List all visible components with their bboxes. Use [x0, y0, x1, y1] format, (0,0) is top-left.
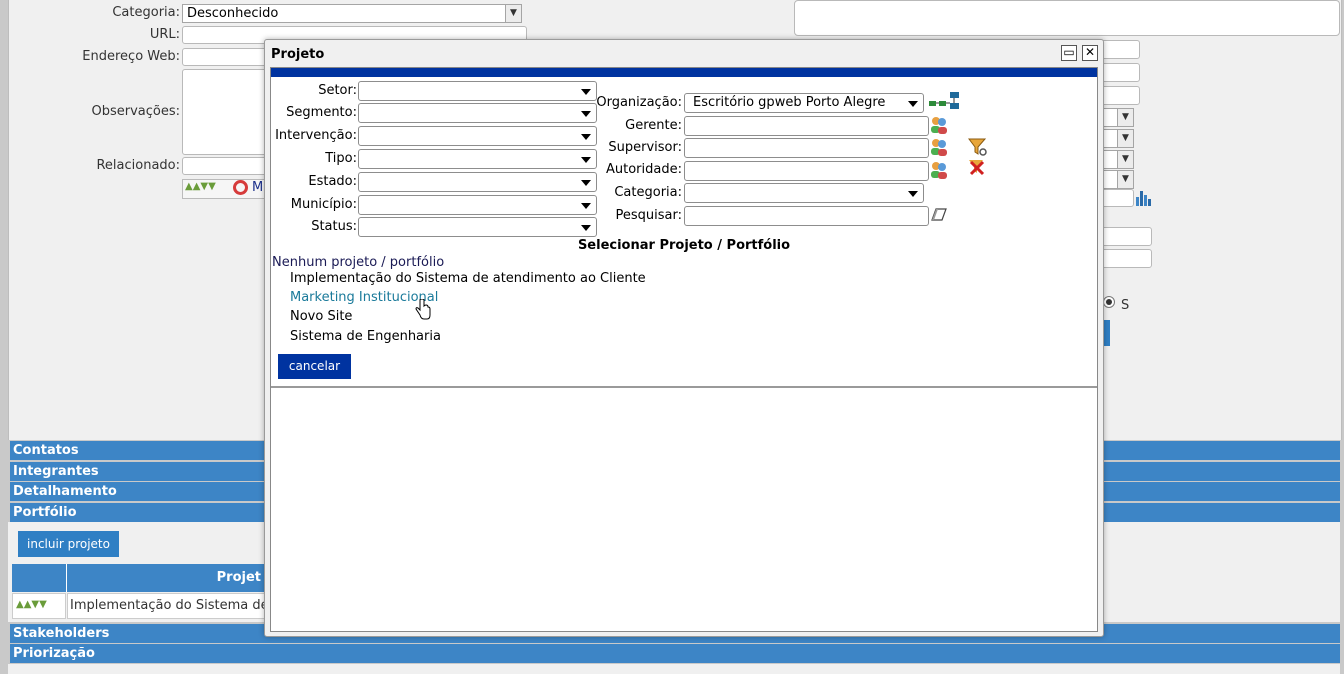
- chevron-down-icon: [581, 134, 591, 140]
- label-gerente: Gerente:: [625, 118, 682, 133]
- gerente-input[interactable]: [684, 116, 929, 136]
- chevron-down-icon: ▼: [505, 5, 521, 22]
- users-icon[interactable]: [929, 137, 949, 157]
- project-item[interactable]: Sistema de Engenharia: [290, 329, 441, 344]
- segmento-select[interactable]: [358, 103, 597, 123]
- relacionado-toolbar: ▲▲▼▼ M: [182, 179, 268, 199]
- tipo-select[interactable]: [358, 149, 597, 169]
- table-row-projeto[interactable]: Implementação do Sistema de: [67, 593, 267, 619]
- status-select[interactable]: [358, 217, 597, 237]
- right-select-4[interactable]: ▼: [1100, 170, 1134, 189]
- projeto-dialog: Projeto ▭ ✕ Setor: Segmento: Intervenção…: [264, 39, 1104, 637]
- target-icon[interactable]: [233, 180, 248, 195]
- organization-chart-icon[interactable]: [928, 91, 966, 111]
- label-estado: Estado:: [308, 174, 357, 189]
- dialog-title: Projeto: [271, 47, 325, 62]
- incluir-projeto-button[interactable]: incluir projeto: [18, 531, 119, 557]
- label-autoridade: Autoridade:: [606, 162, 682, 177]
- label-segmento: Segmento:: [286, 105, 357, 120]
- chevron-down-icon: [581, 157, 591, 163]
- label-intervencao: Intervenção:: [275, 128, 357, 143]
- table-header-projeto[interactable]: Projet: [67, 564, 267, 592]
- label-pesquisar: Pesquisar:: [615, 208, 683, 223]
- municipio-select[interactable]: [358, 195, 597, 215]
- users-icon[interactable]: [929, 115, 949, 135]
- bar-chart-icon[interactable]: [1135, 189, 1155, 207]
- remove-filter-icon[interactable]: [967, 158, 989, 178]
- close-icon[interactable]: ✕: [1082, 45, 1098, 61]
- pesquisar-input[interactable]: [684, 206, 929, 226]
- dialog-header-bar: [271, 68, 1097, 77]
- users-icon[interactable]: [929, 160, 949, 180]
- observacoes-textarea[interactable]: [182, 69, 272, 155]
- label-categoria: Categoria:: [614, 185, 682, 200]
- organizacao-select[interactable]: Escritório gpweb Porto Alegre: [684, 93, 924, 113]
- project-item[interactable]: Novo Site: [290, 309, 352, 324]
- project-item[interactable]: Implementação do Sistema de atendimento …: [290, 271, 646, 286]
- label-organizacao: Organização:: [596, 95, 682, 110]
- relacionado-input[interactable]: [182, 157, 272, 175]
- chevron-down-icon: [581, 203, 591, 209]
- supervisor-input[interactable]: [684, 138, 929, 158]
- chevron-down-icon: ▼: [1117, 130, 1133, 147]
- label-endereco-web: Endereço Web:: [82, 49, 180, 64]
- categoria-select[interactable]: Desconhecido ▼: [182, 4, 522, 23]
- right-textarea[interactable]: [794, 0, 1340, 36]
- radio-button[interactable]: [1103, 296, 1115, 308]
- label-status: Status:: [311, 219, 357, 234]
- section-priorizacao[interactable]: Priorização: [10, 644, 1340, 663]
- chevron-down-icon: [581, 89, 591, 95]
- chevron-down-icon: [581, 111, 591, 117]
- estado-select[interactable]: [358, 172, 597, 192]
- chevron-down-icon: ▼: [1117, 151, 1133, 168]
- chevron-down-icon: ▼: [1117, 109, 1133, 126]
- chevron-down-icon: [908, 101, 918, 107]
- right-select-2[interactable]: ▼: [1100, 129, 1134, 148]
- label-categoria: Categoria:: [112, 5, 180, 20]
- right-input-6[interactable]: [1100, 249, 1152, 268]
- endereco-web-input[interactable]: [182, 48, 272, 66]
- maximize-icon[interactable]: ▭: [1061, 45, 1077, 61]
- background-footer: [8, 664, 1340, 674]
- label-setor: Setor:: [318, 83, 357, 98]
- chevron-down-icon: [908, 191, 918, 197]
- label-municipio: Município:: [290, 197, 357, 212]
- label-tipo: Tipo:: [325, 151, 357, 166]
- dialog-divider: [271, 386, 1097, 388]
- right-select-1[interactable]: ▼: [1100, 108, 1134, 127]
- chevron-down-icon: [581, 180, 591, 186]
- autoridade-input[interactable]: [684, 161, 929, 181]
- right-input-5[interactable]: [1100, 227, 1152, 246]
- label-url: URL:: [149, 27, 180, 42]
- right-input-2[interactable]: [1100, 63, 1140, 82]
- right-input-3[interactable]: [1100, 86, 1140, 105]
- dialog-content: Setor: Segmento: Intervenção: Tipo: Esta…: [270, 67, 1098, 632]
- label-observacoes: Observações:: [91, 104, 180, 119]
- label-relacionado: Relacionado:: [96, 158, 180, 173]
- right-input-4[interactable]: [1100, 189, 1134, 207]
- move-arrows-icon[interactable]: ▲▲▼▼: [185, 181, 216, 192]
- table-row-actions: ▲▲▼▼: [12, 593, 66, 619]
- intervencao-select[interactable]: [358, 126, 597, 146]
- select-project-heading: Selecionar Projeto / Portfólio: [577, 238, 791, 253]
- hand-cursor-icon: [415, 299, 431, 320]
- radio-label: S: [1121, 298, 1130, 313]
- no-project-option[interactable]: Nenhum projeto / portfólio: [272, 255, 444, 270]
- cancel-button[interactable]: cancelar: [278, 354, 351, 379]
- table-header-cell-actions: [12, 564, 67, 592]
- right-input-1[interactable]: [1100, 40, 1140, 59]
- chevron-down-icon: [581, 225, 591, 231]
- right-select-3[interactable]: ▼: [1100, 150, 1134, 169]
- categoria-filter-select[interactable]: [684, 183, 924, 203]
- eraser-icon[interactable]: [930, 208, 948, 222]
- related-link[interactable]: M: [252, 180, 263, 195]
- label-supervisor: Supervisor:: [608, 140, 682, 155]
- chevron-down-icon: ▼: [1117, 171, 1133, 188]
- filter-icon[interactable]: [967, 137, 989, 157]
- move-arrows-icon[interactable]: ▲▲▼▼: [16, 599, 47, 610]
- setor-select[interactable]: [358, 81, 597, 101]
